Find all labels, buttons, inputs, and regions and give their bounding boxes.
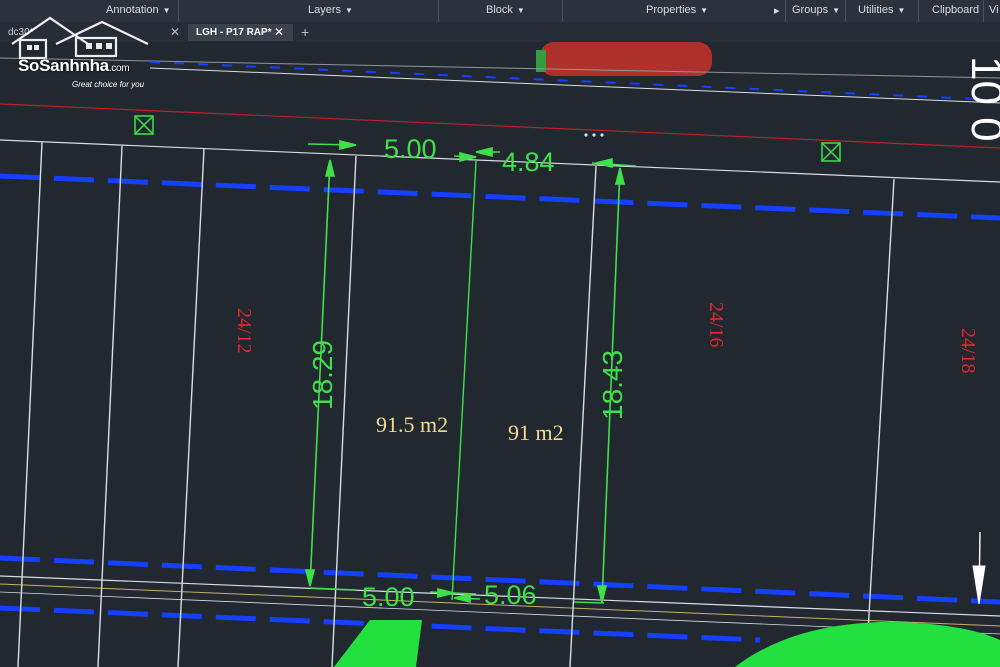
panel-divider — [785, 0, 786, 22]
panel-block-label: Block — [486, 4, 513, 16]
chevron-down-icon: ▼ — [700, 6, 709, 15]
chevron-down-icon: ▼ — [162, 6, 171, 15]
panel-view[interactable]: Vi — [989, 4, 999, 16]
watermark-tagline: Great choice for you — [72, 80, 145, 89]
launcher-arrow-icon: ▸ — [774, 5, 780, 17]
panel-layers[interactable]: Layers ▼ — [308, 4, 353, 16]
lot-number-label[interactable]: 24/18 — [957, 328, 979, 374]
dimension-depth-left[interactable]: 18.29 — [307, 340, 338, 410]
lot-number-label[interactable]: 24/12 — [233, 308, 255, 354]
panel-properties-label: Properties — [646, 4, 697, 16]
drawing-canvas[interactable]: 5.00 4.84 5.00 5.06 18.29 18.43 91.5 m2 … — [0, 42, 1000, 667]
dimension-top-width-right[interactable]: 4.84 — [502, 147, 555, 177]
panel-block[interactable]: Block ▼ — [486, 4, 525, 16]
close-icon[interactable]: ✕ — [170, 24, 180, 41]
panel-properties[interactable]: Properties ▼ — [646, 4, 708, 16]
panel-clipboard-label: Clipboard — [932, 4, 980, 16]
panel-divider — [562, 0, 563, 22]
area-label-left[interactable]: 91.5 m2 — [376, 412, 448, 437]
panel-layers-label: Layers — [308, 4, 342, 16]
canvas-background — [0, 42, 1000, 667]
panel-divider — [918, 0, 919, 22]
panel-groups[interactable]: Groups ▼ — [792, 4, 840, 16]
panel-utilities-label: Utilities — [858, 4, 894, 16]
dimension-bottom-width-left[interactable]: 5.00 — [362, 582, 415, 612]
panel-divider — [845, 0, 846, 22]
close-icon[interactable]: ✕ — [274, 24, 284, 41]
watermark-brand: SoSanhnha.com — [18, 56, 130, 76]
panel-divider — [983, 0, 984, 22]
watermark-brand-name: SoSanhnha — [18, 56, 109, 75]
watermark-domain: .com — [108, 63, 130, 74]
panel-dialog-launcher[interactable]: ▸ — [774, 4, 780, 17]
dimension-bottom-width-right[interactable]: 5.06 — [484, 580, 537, 610]
area-label-right[interactable]: 91 m2 — [508, 420, 564, 445]
dimension-top-width-left[interactable]: 5.00 — [384, 134, 437, 164]
panel-utilities[interactable]: Utilities ▼ — [858, 4, 905, 16]
plus-icon: + — [301, 24, 310, 40]
tab-active-label: LGH - P17 RAP* — [196, 27, 272, 38]
new-tab-button[interactable]: + — [301, 24, 309, 41]
chevron-down-icon: ▼ — [345, 6, 353, 15]
panel-view-label: Vi — [989, 4, 999, 16]
panel-clipboard[interactable]: Clipboard — [932, 4, 979, 16]
panel-groups-label: Groups — [792, 4, 829, 16]
lot-number-label[interactable]: 24/16 — [705, 302, 727, 348]
chevron-down-icon: ▼ — [832, 6, 840, 15]
dimension-depth-right[interactable]: 18.43 — [597, 350, 628, 420]
panel-divider — [178, 0, 179, 22]
road-width-label[interactable]: 10 0 — [962, 56, 1000, 142]
chevron-down-icon: ▼ — [516, 6, 525, 15]
chevron-down-icon: ▼ — [897, 6, 906, 15]
panel-divider — [438, 0, 439, 22]
